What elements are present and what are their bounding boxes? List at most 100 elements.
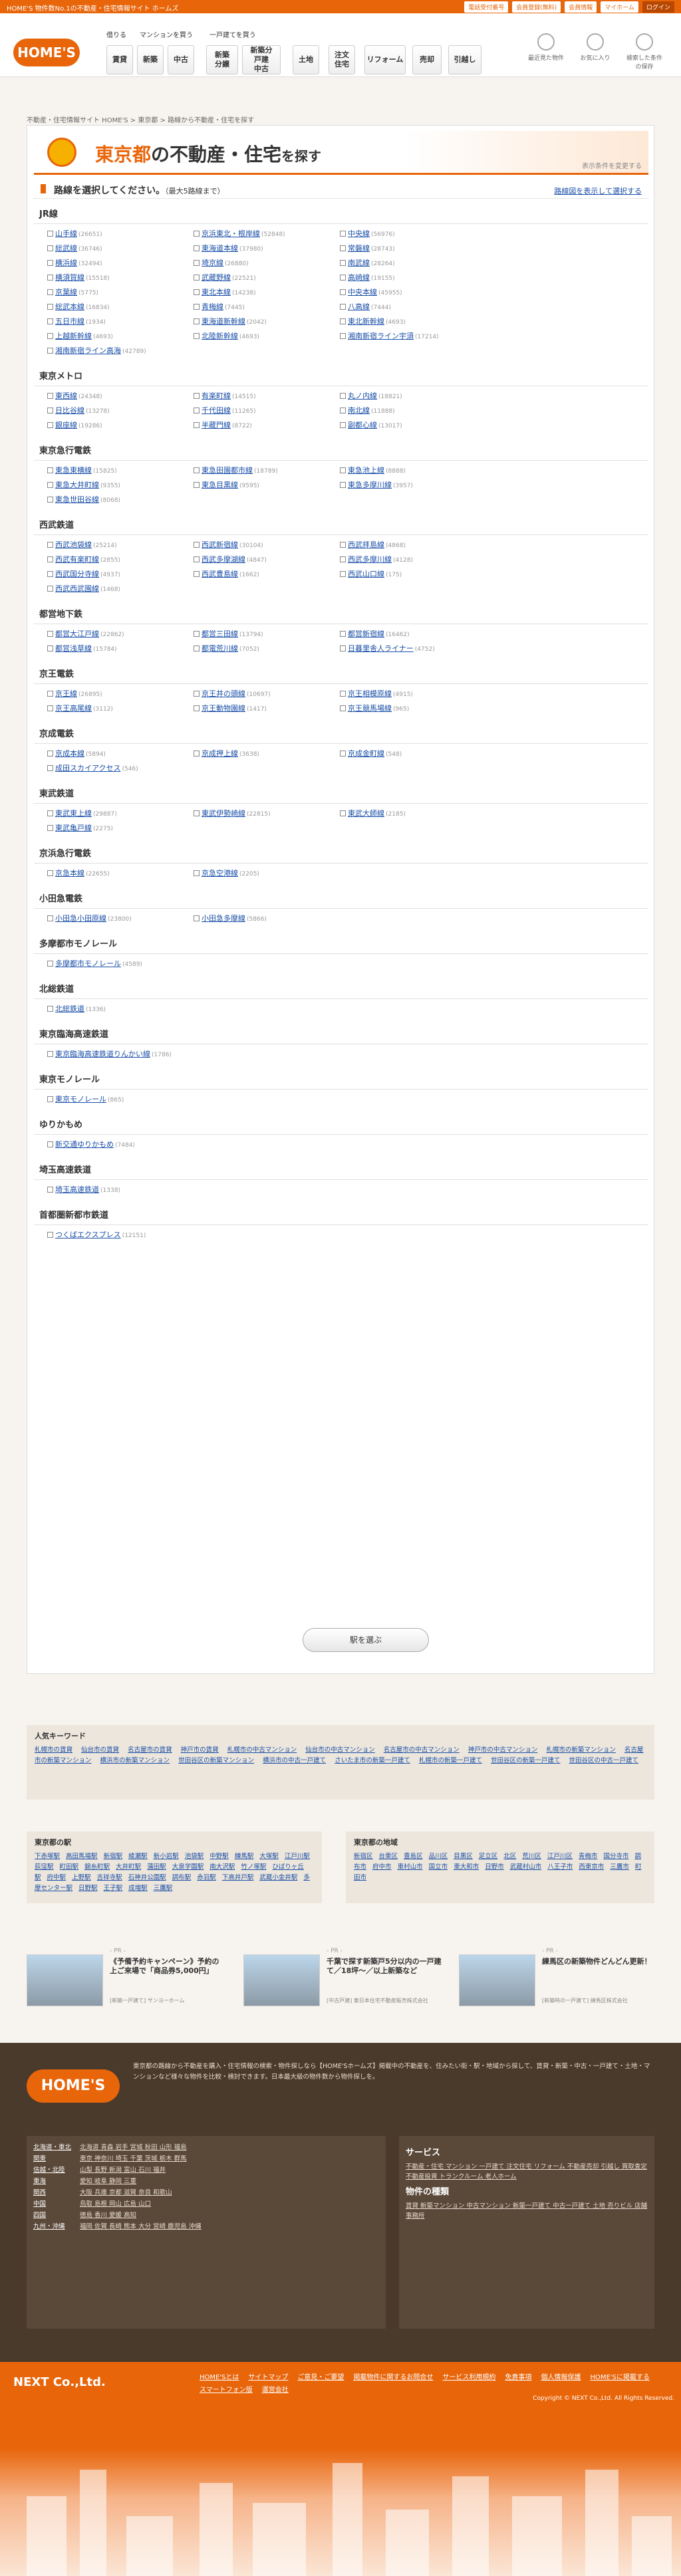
line-name[interactable]: 横浜線 (55, 259, 77, 267)
line-option[interactable]: 東急東横線 (15825) (47, 465, 117, 475)
line-name[interactable]: 東海道新幹線 (202, 317, 245, 326)
line-option[interactable]: 上越新幹線 (4693) (47, 330, 113, 341)
station-link[interactable]: 蒲田駅 (147, 1863, 166, 1871)
line-checkbox[interactable] (47, 422, 53, 428)
keyword-link[interactable]: 名古屋市の中古マンション (384, 1746, 460, 1754)
area-link[interactable]: 八王子市 (547, 1863, 573, 1871)
line-checkbox[interactable] (194, 304, 200, 310)
line-option[interactable]: 日暮里舎人ライナー (4752) (340, 643, 435, 653)
line-checkbox[interactable] (47, 1096, 53, 1102)
station-link[interactable]: 調布駅 (172, 1874, 192, 1881)
station-link[interactable]: 府中駅 (47, 1874, 67, 1881)
station-link[interactable]: 上野駅 (72, 1874, 91, 1881)
nav-custom-home[interactable]: 注文 住宅 (329, 45, 355, 74)
line-checkbox[interactable] (194, 751, 200, 757)
line-name[interactable]: 日比谷線 (55, 406, 84, 415)
station-link[interactable]: 王子駅 (104, 1885, 123, 1892)
keyword-link[interactable]: 札幌市の新築一戸建て (419, 1757, 482, 1764)
line-name[interactable]: 武蔵野線 (202, 273, 231, 282)
line-option[interactable]: 埼玉高速鉄道 (1338) (47, 1184, 120, 1195)
line-checkbox[interactable] (194, 422, 200, 428)
line-checkbox[interactable] (194, 289, 200, 295)
line-name[interactable]: 山手線 (55, 229, 77, 238)
line-name[interactable]: 東急大井町線 (55, 481, 99, 489)
line-name[interactable]: 八高線 (348, 302, 370, 311)
line-option[interactable]: 京成金町線 (548) (340, 748, 402, 759)
area-link[interactable]: 府中市 (372, 1863, 392, 1871)
line-name[interactable]: 銀座線 (55, 421, 77, 429)
line-checkbox[interactable] (340, 645, 346, 651)
line-checkbox[interactable] (340, 333, 346, 339)
line-name[interactable]: 埼京線 (202, 259, 223, 267)
station-link[interactable]: 新宿駅 (104, 1853, 123, 1860)
line-option[interactable]: 東武東上線 (29887) (47, 808, 117, 818)
line-name[interactable]: 京急本線 (55, 869, 84, 878)
station-link[interactable]: 町田駅 (60, 1863, 79, 1871)
line-name[interactable]: 都営新宿線 (348, 630, 384, 638)
keyword-link[interactable]: 札幌市の新築マンション (546, 1746, 616, 1754)
top-link[interactable]: 会員登録(無料) (512, 1, 561, 13)
line-option[interactable]: 総武本線 (16834) (47, 301, 110, 312)
top-link[interactable]: 会員情報 (565, 1, 597, 13)
line-name[interactable]: 東急世田谷線 (55, 495, 99, 504)
line-option[interactable]: 京王競馬場線 (965) (340, 703, 409, 713)
line-checkbox[interactable] (194, 691, 200, 697)
line-checkbox[interactable] (47, 304, 53, 310)
pr-ad[interactable]: - PR - 千葉で探す新築戸5分以内の一戸建て／18坪～／以上新築など [中古… (243, 1948, 443, 2012)
line-option[interactable]: 武蔵野線 (22521) (194, 272, 256, 283)
line-checkbox[interactable] (47, 1006, 53, 1012)
line-name[interactable]: 横須賀線 (55, 273, 84, 282)
footer-link[interactable]: HOME'Sに掲載する (590, 2371, 649, 2381)
line-option[interactable]: 山手線 (26651) (47, 228, 102, 239)
footer-link[interactable]: 個人情報保護 (541, 2371, 581, 2381)
line-name[interactable]: 京急空港線 (202, 869, 238, 878)
station-link[interactable]: 武蔵小金井駅 (259, 1874, 297, 1881)
line-name[interactable]: 副都心線 (348, 421, 377, 429)
line-name[interactable]: 東北本線 (202, 288, 231, 296)
station-link[interactable]: 三鷹駅 (154, 1885, 173, 1892)
station-link[interactable]: 荻窪駅 (35, 1863, 54, 1871)
line-checkbox[interactable] (194, 393, 200, 399)
line-name[interactable]: 都営浅草線 (55, 644, 92, 653)
region-name[interactable]: 四国 (33, 2210, 80, 2220)
line-checkbox[interactable] (340, 691, 346, 697)
line-checkbox[interactable] (340, 556, 346, 562)
area-link[interactable]: 西東京市 (579, 1863, 604, 1871)
line-checkbox[interactable] (47, 751, 53, 757)
line-option[interactable]: 東急多摩川線 (3957) (340, 479, 413, 490)
line-option[interactable]: 都営三田線 (13794) (194, 628, 263, 639)
line-name[interactable]: 日暮里舎人ライナー (348, 644, 414, 653)
line-name[interactable]: 西武多摩川線 (348, 555, 392, 564)
line-name[interactable]: 中央線 (348, 229, 370, 238)
line-checkbox[interactable] (47, 645, 53, 651)
keyword-link[interactable]: 横浜市の新築マンション (100, 1757, 170, 1764)
keyword-link[interactable]: 世田谷区の新築マンション (178, 1757, 254, 1764)
login-button[interactable]: ログイン (642, 1, 674, 13)
line-checkbox[interactable] (47, 348, 53, 354)
line-name[interactable]: 南北線 (348, 406, 370, 415)
line-checkbox[interactable] (194, 870, 200, 876)
nav-land[interactable]: 土地 (293, 45, 319, 74)
area-link[interactable]: 品川区 (429, 1853, 448, 1860)
area-link[interactable]: 荒川区 (522, 1853, 541, 1860)
line-option[interactable]: 総武線 (36746) (47, 243, 102, 253)
line-name[interactable]: 西武山口線 (348, 570, 384, 578)
line-option[interactable]: 東京モノレール (865) (47, 1094, 124, 1104)
line-name[interactable]: 東武大師線 (348, 809, 384, 818)
line-option[interactable]: 北陸新幹線 (4693) (194, 330, 259, 341)
area-link[interactable]: 新宿区 (354, 1853, 373, 1860)
line-option[interactable]: 西武拝島線 (4868) (340, 539, 406, 550)
line-checkbox[interactable] (340, 245, 346, 251)
line-option[interactable]: 東急世田谷線 (8068) (47, 494, 120, 505)
logo[interactable]: HOME'S (13, 39, 80, 66)
station-link[interactable]: 大井町駅 (116, 1863, 141, 1871)
prefecture-links[interactable]: 大阪 兵庫 京都 滋賀 奈良 和歌山 (80, 2189, 172, 2196)
line-checkbox[interactable] (47, 467, 53, 473)
line-option[interactable]: 西武豊島線 (1662) (194, 568, 259, 579)
prefecture-links[interactable]: 鳥取 島根 岡山 広島 山口 (80, 2200, 151, 2208)
line-name[interactable]: 西武拝島線 (348, 540, 384, 549)
region-name[interactable]: 九州・沖縄 (33, 2222, 80, 2232)
footer-link[interactable]: HOME'Sとは (200, 2371, 239, 2381)
line-option[interactable]: 東北新幹線 (4693) (340, 316, 406, 326)
line-checkbox[interactable] (47, 1141, 53, 1147)
